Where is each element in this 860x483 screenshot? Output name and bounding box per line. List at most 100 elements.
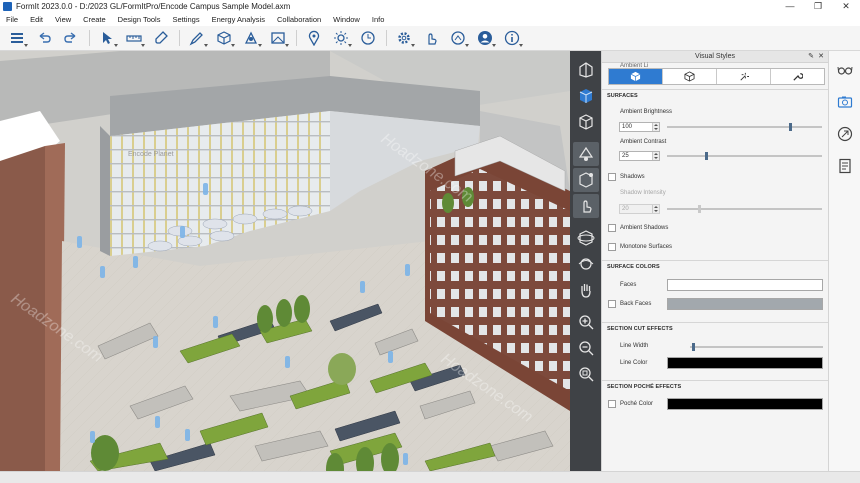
orbit-icon <box>577 230 594 246</box>
ambient-brightness-field[interactable]: 100 <box>619 122 660 132</box>
section-section-cut: SECTION CUT EFFECTS <box>602 322 829 334</box>
back-faces-checkbox[interactable] <box>608 300 616 308</box>
gestures-icon <box>427 33 437 45</box>
shadow-intensity-field[interactable]: 20 <box>619 204 660 214</box>
formit-window: FormIt 2023.0.0 - D:/2023 GL/FormItPro/E… <box>0 0 860 483</box>
ambient-brightness-slider[interactable] <box>667 123 822 131</box>
monotone-surfaces-checkbox[interactable] <box>608 243 616 251</box>
campus-scene[interactable]: Hoadzone.com Hoadzone.com Hoadzone.com E… <box>0 51 570 471</box>
panel-title: Visual Styles <box>695 53 735 60</box>
tab-effects[interactable] <box>717 69 771 84</box>
perspective-button[interactable] <box>573 58 599 82</box>
maximize-button[interactable]: ❐ <box>804 0 832 13</box>
select-button[interactable] <box>96 28 118 48</box>
panel-pin-button[interactable]: ✎ <box>808 51 814 63</box>
minimize-button[interactable]: — <box>776 0 804 13</box>
eyedropper-button[interactable] <box>150 28 171 48</box>
section-surface-colors: SURFACE COLORS <box>602 260 829 272</box>
faces-color-swatch[interactable] <box>667 279 823 291</box>
menu-info[interactable]: Info <box>366 13 391 26</box>
hand-button[interactable] <box>573 278 599 302</box>
rotate-button[interactable] <box>572 168 599 192</box>
edit-geometry-icon <box>244 31 257 44</box>
menu-design-tools[interactable]: Design Tools <box>112 13 167 26</box>
layers-button[interactable] <box>6 28 28 48</box>
solid-view-button[interactable] <box>573 84 599 108</box>
line-width-slider[interactable] <box>690 343 823 351</box>
back-faces-color-swatch[interactable] <box>667 298 823 310</box>
3d-viewport[interactable]: Hoadzone.com Hoadzone.com Hoadzone.com E… <box>0 51 570 471</box>
formit-logo-icon <box>3 2 12 11</box>
view-tool-strip <box>570 51 601 471</box>
ambient-shadows-checkbox[interactable] <box>608 224 616 232</box>
zoom-out-button[interactable] <box>573 336 599 360</box>
time-button[interactable] <box>357 28 378 48</box>
cube-wire-icon <box>684 71 695 82</box>
pan-icon <box>582 200 592 213</box>
slider-thumb[interactable] <box>789 123 792 131</box>
monotone-surfaces-label: Monotone Surfaces <box>620 244 673 250</box>
shadow-intensity-spinner[interactable] <box>652 205 659 213</box>
orbit-alt-button[interactable] <box>573 252 599 276</box>
shadows-checkbox[interactable] <box>608 173 616 181</box>
menu-energy-analysis[interactable]: Energy Analysis <box>206 13 271 26</box>
slider-thumb[interactable] <box>705 152 708 160</box>
tab-edges[interactable] <box>663 69 717 84</box>
visual-styles-dock-button[interactable] <box>834 59 856 81</box>
menu-settings[interactable]: Settings <box>166 13 205 26</box>
menu-create[interactable]: Create <box>77 13 112 26</box>
properties-dock-button[interactable] <box>834 155 856 177</box>
ambient-brightness-spinner[interactable] <box>652 123 659 131</box>
faces-label: Faces <box>620 282 637 288</box>
menu-view[interactable]: View <box>49 13 77 26</box>
ambient-contrast-slider[interactable] <box>667 152 822 160</box>
frame-button[interactable] <box>267 28 289 48</box>
window-controls: — ❐ ✕ <box>776 0 860 13</box>
share-button[interactable] <box>447 28 469 48</box>
orbit-button[interactable] <box>573 226 599 250</box>
location-button[interactable] <box>303 28 324 48</box>
sun-button[interactable] <box>330 28 352 48</box>
account-button[interactable] <box>474 28 496 48</box>
tab-settings[interactable] <box>771 69 824 84</box>
account-icon <box>477 31 492 45</box>
gestures-button[interactable] <box>420 28 441 48</box>
scenes-dock-button[interactable] <box>834 91 856 113</box>
pan-button[interactable] <box>572 194 599 218</box>
shadow-intensity-slider[interactable] <box>667 205 822 213</box>
sketch-button[interactable] <box>186 28 208 48</box>
measure-button[interactable] <box>123 28 145 48</box>
ambient-contrast-field[interactable]: 25 <box>619 151 660 161</box>
wireframe-button[interactable] <box>573 110 599 134</box>
navigation-dock-button[interactable] <box>834 123 856 145</box>
select-icon <box>102 32 112 44</box>
solid-icon <box>216 31 231 45</box>
panel-close-button[interactable]: ✕ <box>818 51 824 63</box>
close-window-button[interactable]: ✕ <box>832 0 860 13</box>
edit-geometry-button[interactable] <box>240 28 262 48</box>
zoom-button[interactable] <box>573 310 599 334</box>
menu-window[interactable]: Window <box>327 13 366 26</box>
redo-button[interactable] <box>60 28 81 48</box>
menu-collaboration[interactable]: Collaboration <box>271 13 327 26</box>
tab-surfaces[interactable] <box>609 69 663 84</box>
slider-thumb[interactable] <box>692 343 695 351</box>
line-color-swatch[interactable] <box>667 357 823 369</box>
menu-edit[interactable]: Edit <box>24 13 49 26</box>
ambient-contrast-spinner[interactable] <box>652 152 659 160</box>
slider-thumb[interactable] <box>698 205 701 213</box>
section-surfaces: SURFACES <box>602 89 829 101</box>
help-button[interactable] <box>501 28 523 48</box>
settings-button[interactable] <box>393 28 415 48</box>
menu-bar: File Edit View Create Design Tools Setti… <box>0 13 860 26</box>
poche-color-checkbox[interactable] <box>608 400 616 408</box>
poche-color-swatch[interactable] <box>667 398 823 410</box>
zoom-extents-button[interactable] <box>573 362 599 386</box>
solid-view-icon <box>579 89 592 103</box>
window-title: FormIt 2023.0.0 - D:/2023 GL/FormItPro/E… <box>16 2 291 11</box>
menu-file[interactable]: File <box>0 13 24 26</box>
solid-button[interactable] <box>213 28 235 48</box>
undo-button[interactable] <box>33 28 54 48</box>
paint-button[interactable] <box>572 142 599 166</box>
poche-color-label: Poché Color <box>620 401 654 407</box>
